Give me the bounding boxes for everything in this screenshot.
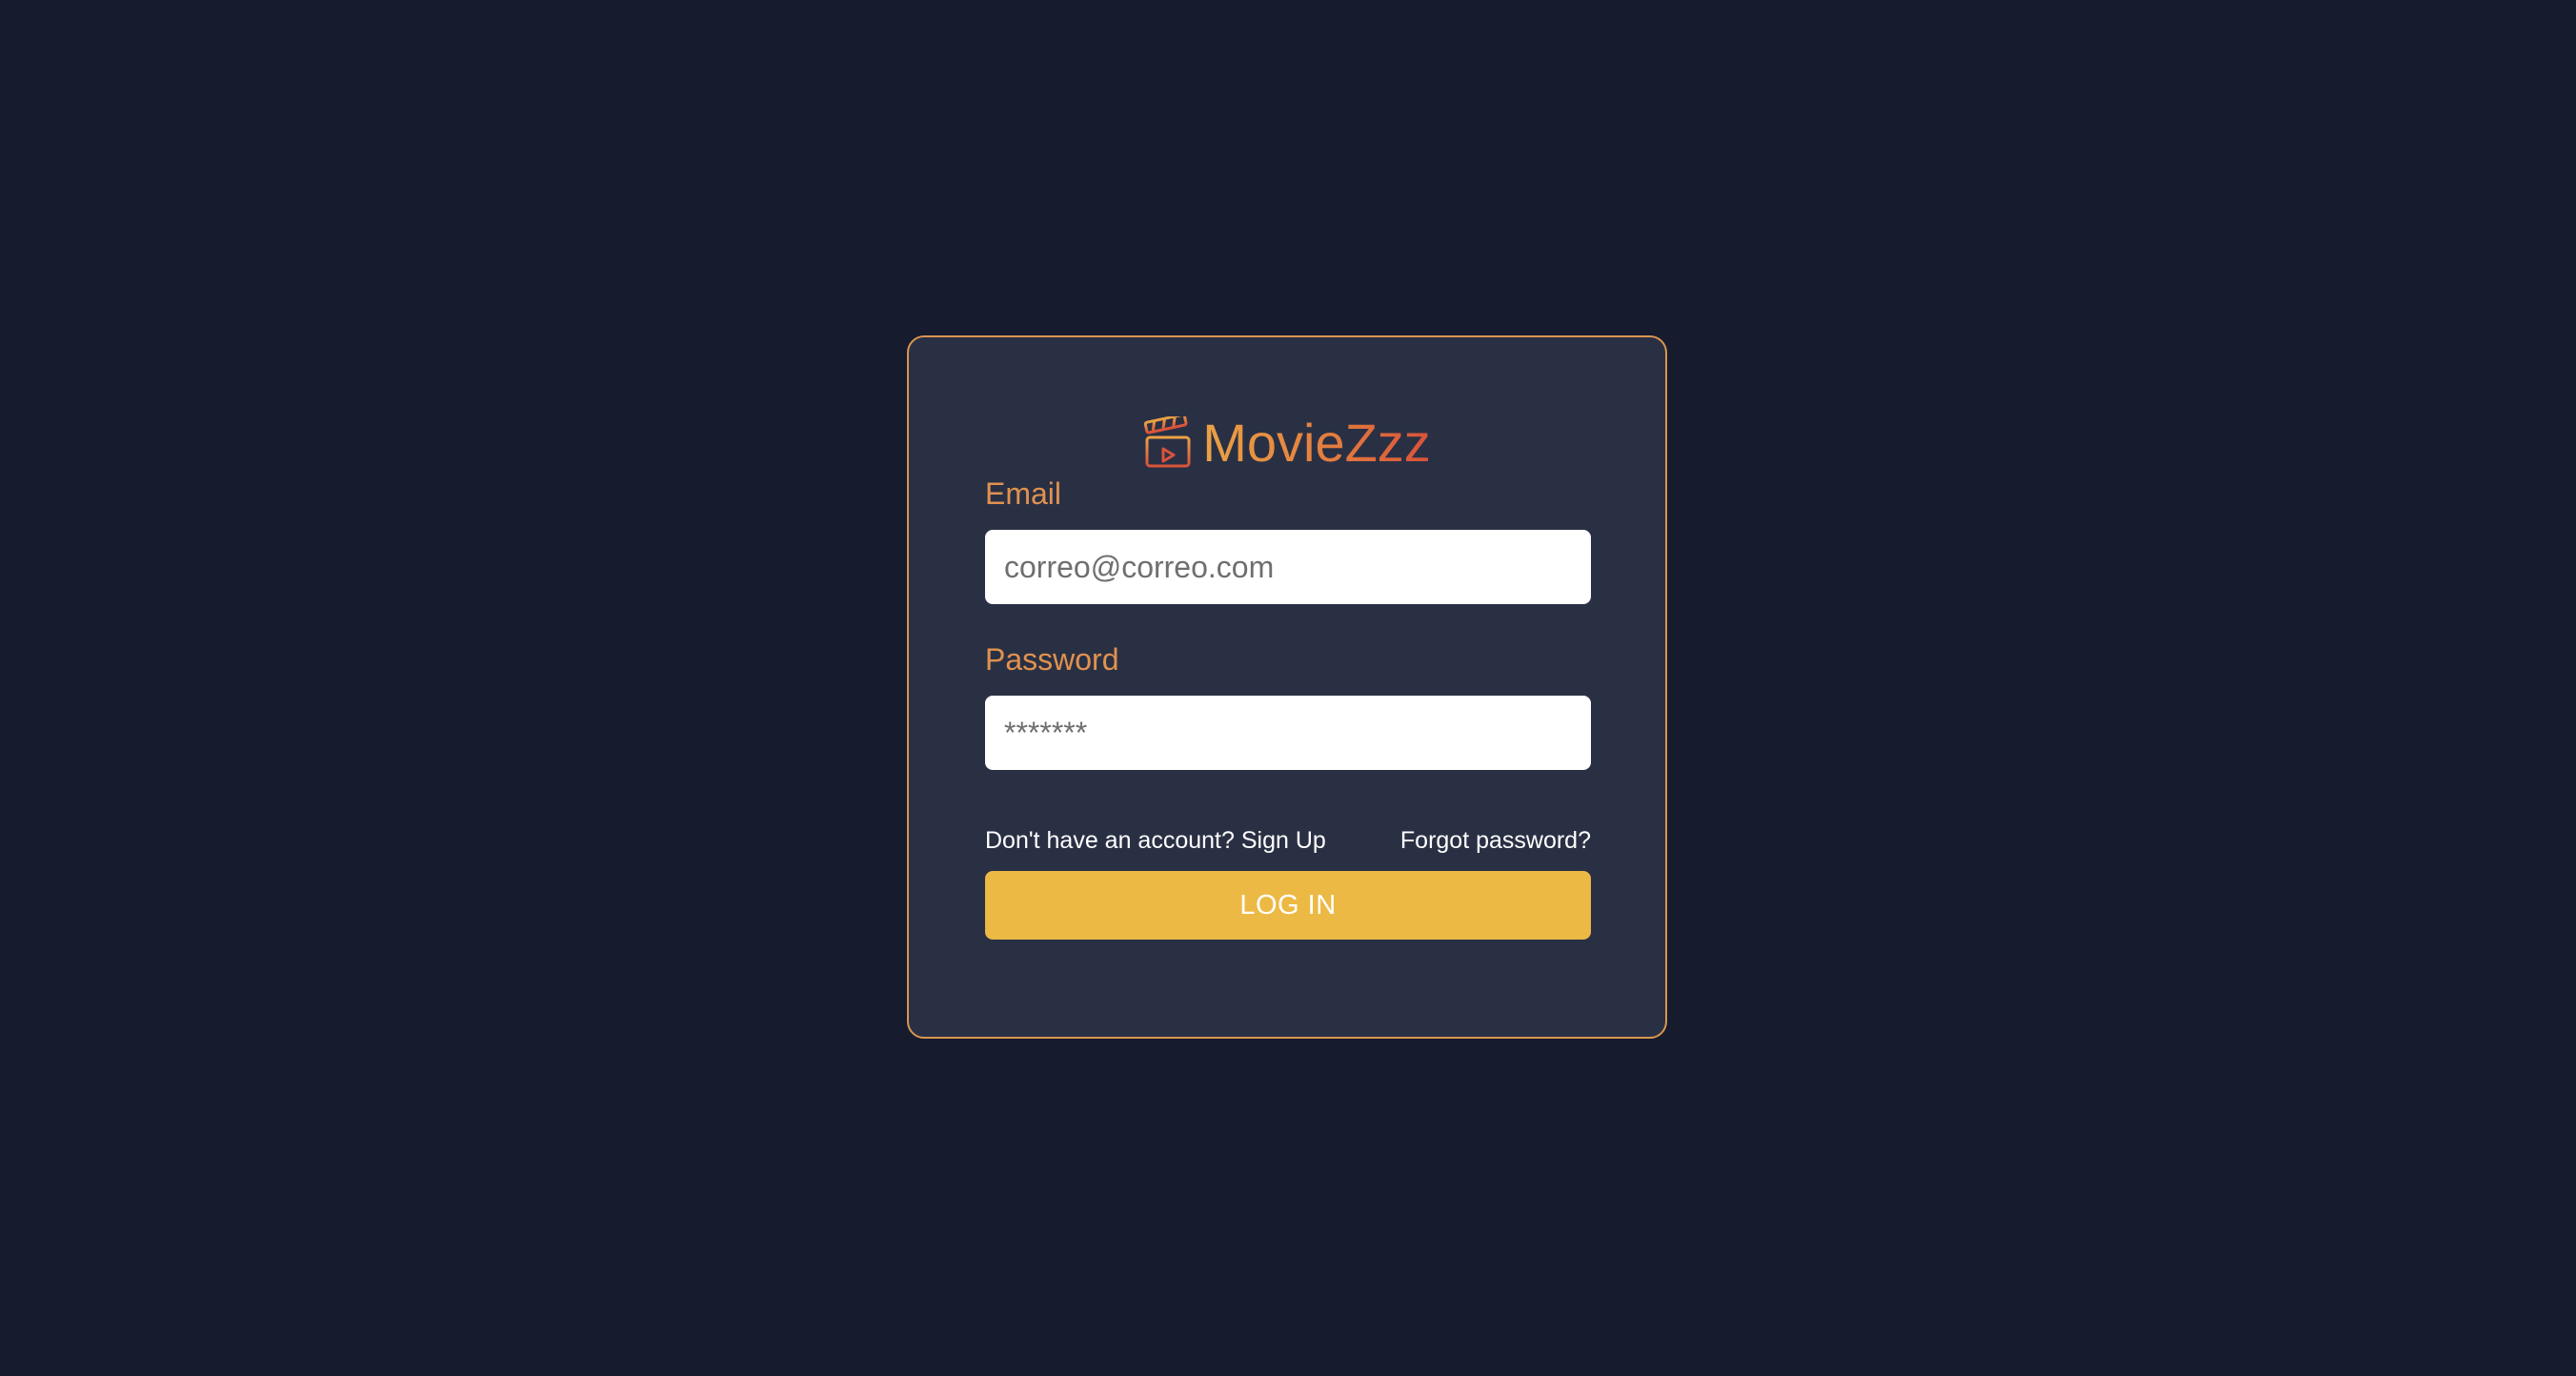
- login-card: MovieZzz Email Password Don't have an ac…: [907, 335, 1667, 1039]
- email-label: Email: [985, 476, 1062, 511]
- password-input[interactable]: [985, 696, 1591, 770]
- forgot-password-link[interactable]: Forgot password?: [1400, 823, 1591, 858]
- email-input[interactable]: [985, 530, 1591, 604]
- login-button[interactable]: LOG IN: [985, 871, 1591, 940]
- login-page: MovieZzz Email Password Don't have an ac…: [0, 0, 2576, 1376]
- clapperboard-icon: [1143, 413, 1193, 470]
- signup-link[interactable]: Don't have an account? Sign Up: [985, 823, 1326, 858]
- auth-links: Don't have an account? Sign Up Forgot pa…: [985, 823, 1591, 858]
- brand-name: MovieZzz: [1202, 410, 1431, 476]
- password-label: Password: [985, 642, 1119, 677]
- brand-logo: MovieZzz: [909, 410, 1665, 476]
